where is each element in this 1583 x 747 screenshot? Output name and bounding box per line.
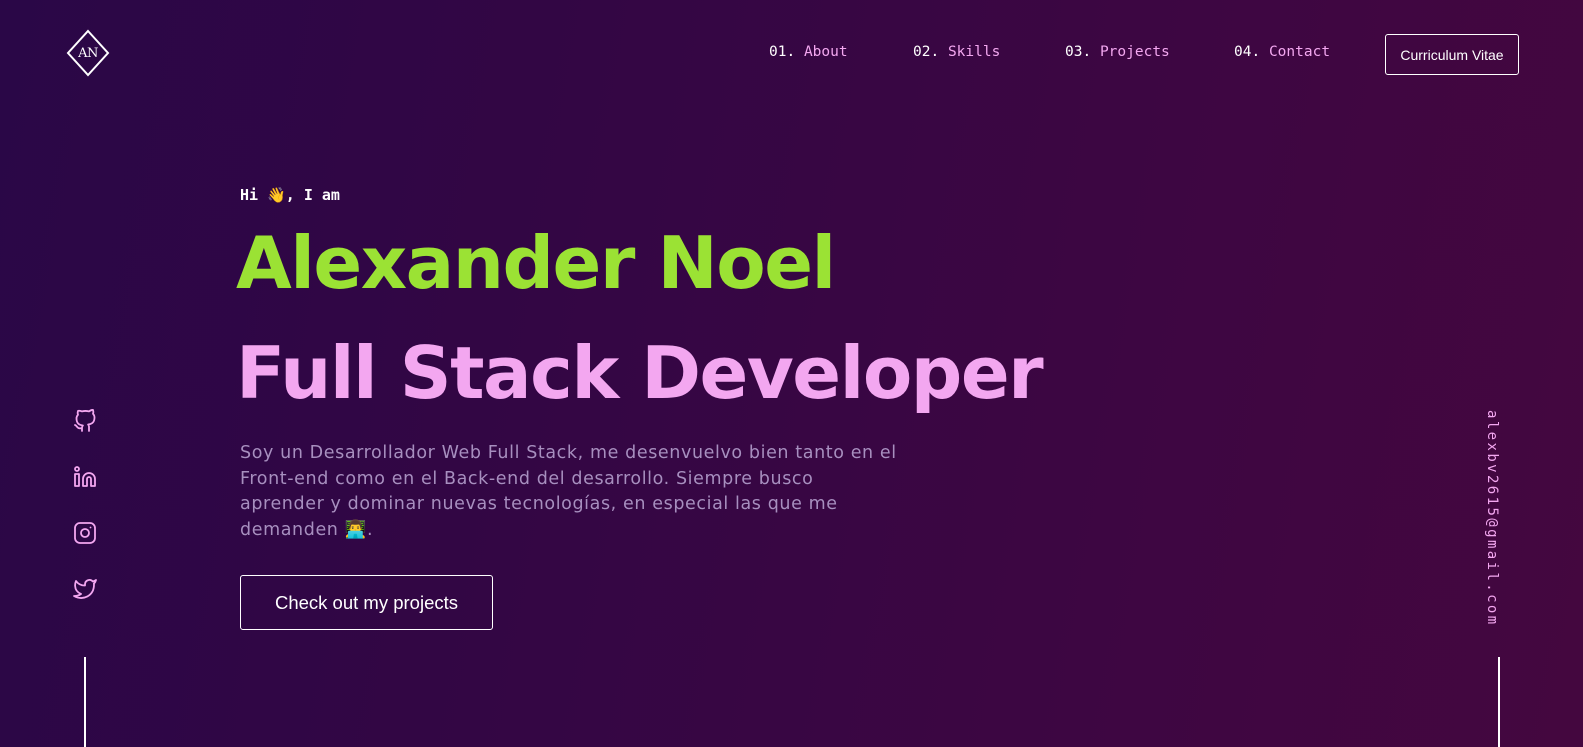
logo-text: AN — [78, 45, 98, 61]
nav-item-label: Contact — [1268, 44, 1331, 60]
nav-item-number: 02. — [913, 44, 940, 60]
hero-role: Full Stack Developer — [236, 331, 1044, 415]
right-vertical-line — [1498, 657, 1500, 747]
nav-item-label: Projects — [1099, 44, 1170, 60]
nav-item-number: 04. — [1234, 44, 1261, 60]
hero-greeting: Hi 👋, I am — [240, 186, 340, 204]
nav-item-label: Skills — [947, 44, 1001, 60]
curriculum-vitae-button[interactable]: Curriculum Vitae — [1385, 34, 1519, 75]
linkedin-icon[interactable] — [72, 464, 98, 490]
github-icon[interactable] — [72, 408, 98, 434]
nav-item-number: 03. — [1065, 44, 1092, 60]
nav-item-skills[interactable]: 02. Skills — [913, 44, 1000, 60]
nav-item-label: About — [803, 44, 848, 60]
hero-name: Alexander Noel — [236, 221, 836, 305]
twitter-icon[interactable] — [72, 576, 98, 602]
nav-item-about[interactable]: 01. About — [769, 44, 848, 60]
nav-item-projects[interactable]: 03. Projects — [1065, 44, 1170, 60]
left-vertical-line — [84, 657, 86, 747]
instagram-icon[interactable] — [72, 520, 98, 546]
logo[interactable]: AN — [66, 29, 110, 77]
check-projects-button[interactable]: Check out my projects — [240, 575, 493, 630]
hero-bio: Soy un Desarrollador Web Full Stack, me … — [240, 443, 897, 540]
nav-item-contact[interactable]: 04. Contact — [1234, 44, 1330, 60]
nav-item-number: 01. — [769, 44, 796, 60]
email-link[interactable]: alexbv2615@gmail.com — [1484, 410, 1500, 627]
